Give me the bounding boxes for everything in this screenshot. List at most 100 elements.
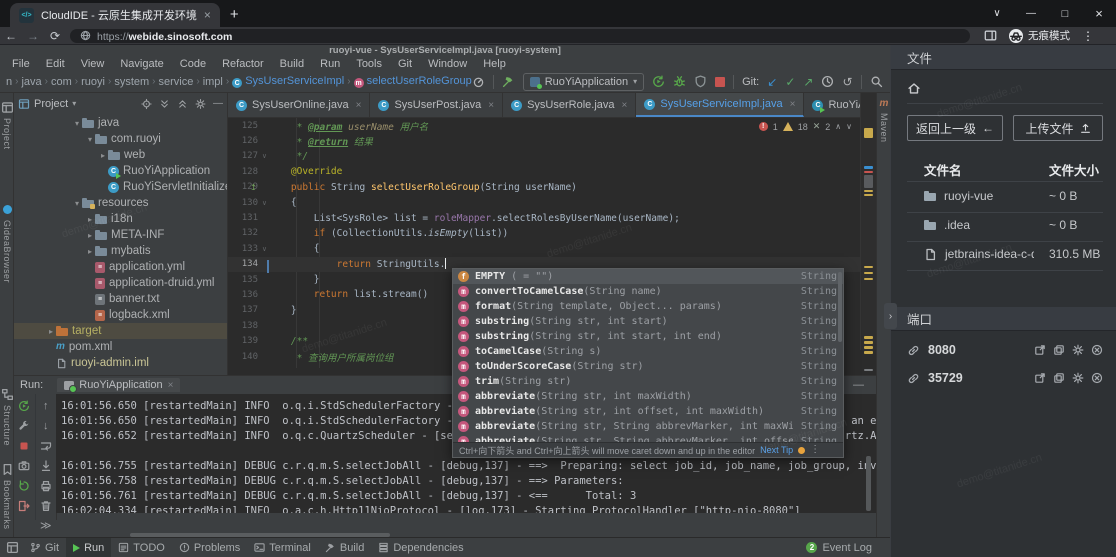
popup-scrollbar[interactable]: [838, 272, 842, 342]
settings-icon[interactable]: [1072, 372, 1084, 384]
completion-item[interactable]: msubstring(String str, int start, int en…: [453, 329, 843, 344]
copy-icon[interactable]: [1053, 372, 1065, 384]
error-stripe[interactable]: [860, 93, 876, 350]
tree-item[interactable]: ▸mybatis: [14, 243, 227, 259]
breadcrumb-item[interactable]: ruoyi: [81, 76, 105, 88]
hint-menu-icon[interactable]: ⋮: [810, 445, 820, 455]
tree-item[interactable]: ▸target: [14, 323, 227, 339]
menu-file[interactable]: File: [4, 58, 38, 70]
tree-item[interactable]: ≡application.yml: [14, 259, 227, 275]
tree-item[interactable]: CRuoYiApplication: [14, 163, 227, 179]
prev-problem-icon[interactable]: ∧: [835, 122, 841, 131]
breadcrumb-item[interactable]: mselectUserRoleGroup: [354, 75, 472, 89]
scroll-to-end-icon[interactable]: [40, 460, 52, 472]
side-panel-icon[interactable]: [984, 29, 997, 42]
close-button[interactable]: ×: [1082, 6, 1116, 21]
tree-item[interactable]: ≡banner.txt: [14, 291, 227, 307]
site-info-icon[interactable]: [80, 30, 91, 41]
locate-button[interactable]: [141, 98, 152, 110]
go-up-button[interactable]: 返回上一级←: [907, 115, 1003, 141]
completion-item[interactable]: mformat(String template, Object... param…: [453, 299, 843, 314]
completion-item[interactable]: mtoUnderScoreCase(String str)String: [453, 359, 843, 374]
hide-panel-icon[interactable]: —: [853, 380, 864, 391]
stripe-mark[interactable]: [864, 336, 873, 339]
console-vscrollbar[interactable]: [866, 456, 871, 511]
forward-button[interactable]: →: [22, 29, 44, 43]
close-icon[interactable]: [1091, 344, 1103, 356]
completion-item[interactable]: mabbreviate(String str, int offset, int …: [453, 404, 843, 419]
tool-window-maven[interactable]: Maven: [879, 113, 889, 143]
search-everywhere-button[interactable]: [870, 75, 883, 88]
profiler-button[interactable]: [472, 75, 485, 88]
menu-navigate[interactable]: Navigate: [112, 58, 171, 70]
run-config-combo[interactable]: RuoYiApplication▾: [523, 73, 644, 91]
settings-button[interactable]: [195, 98, 206, 110]
editor-tab[interactable]: CSysUserServiceImpl.java×: [636, 93, 804, 117]
tree-item[interactable]: ≡application-druid.yml: [14, 275, 227, 291]
home-icon[interactable]: [907, 81, 921, 95]
up-stack-icon[interactable]: ↑: [40, 400, 52, 412]
completion-item[interactable]: mtrim(String str)String: [453, 374, 843, 389]
tab-close-icon[interactable]: ×: [204, 8, 211, 22]
maximize-button[interactable]: □: [1048, 8, 1082, 20]
completion-item[interactable]: mconvertToCamelCase(String name)String: [453, 284, 843, 299]
status-item-todo[interactable]: TODO: [111, 538, 172, 557]
tree-item[interactable]: mpom.xml: [14, 339, 227, 355]
stripe-mark[interactable]: [864, 341, 873, 344]
close-icon[interactable]: [1091, 372, 1103, 384]
menu-run[interactable]: Run: [312, 58, 348, 70]
new-tab-button[interactable]: +: [230, 6, 239, 23]
breadcrumb-item[interactable]: system: [114, 76, 149, 88]
debug-button[interactable]: [673, 75, 686, 88]
tree-item[interactable]: ▸META-INF: [14, 227, 227, 243]
run-tab[interactable]: RuoYiApplication ×: [57, 378, 180, 392]
browser-menu-icon[interactable]: ⋮: [1082, 30, 1094, 42]
tool-window-button-gideabrowser[interactable]: GideaBrowser: [0, 203, 14, 287]
restart-server-icon[interactable]: [18, 480, 30, 492]
reload-button[interactable]: ⟳: [44, 29, 66, 43]
status-item-dependencies[interactable]: Dependencies: [371, 538, 470, 557]
coverage-button[interactable]: [694, 75, 707, 88]
next-problem-icon[interactable]: ∨: [846, 122, 852, 131]
stripe-mark[interactable]: [864, 166, 873, 169]
menu-tools[interactable]: Tools: [348, 58, 390, 70]
tree-item[interactable]: ▾java: [14, 115, 227, 131]
close-icon[interactable]: ×: [356, 100, 362, 111]
status-item-terminal[interactable]: Terminal: [247, 538, 318, 557]
status-item-problems[interactable]: Problems: [172, 538, 247, 557]
tool-window-button-project[interactable]: Project: [0, 101, 14, 154]
thread-dump-icon[interactable]: [18, 460, 30, 472]
port-row[interactable]: 8080: [907, 343, 1103, 357]
editor-tab[interactable]: CSysUserOnline.java×: [228, 93, 370, 117]
breadcrumb-item[interactable]: service: [159, 76, 194, 88]
run-button[interactable]: [652, 75, 665, 88]
file-row[interactable]: jetbrains-idea-c-de...: [924, 247, 1034, 261]
breadcrumb-item[interactable]: n: [6, 76, 12, 88]
close-icon[interactable]: ×: [168, 380, 174, 391]
open-external-icon[interactable]: [1034, 344, 1046, 356]
soft-wrap-icon[interactable]: [40, 440, 52, 452]
stripe-mark[interactable]: [864, 272, 873, 274]
tree-item[interactable]: ▸web: [14, 147, 227, 163]
clear-all-icon[interactable]: [40, 500, 52, 512]
browser-tab[interactable]: </> CloudIDE - 云原生集成开发环境 ×: [10, 3, 220, 27]
git-history-button[interactable]: [821, 75, 834, 88]
project-panel-title[interactable]: Project: [34, 98, 68, 110]
tree-item[interactable]: CRuoYiServletInitialize: [14, 179, 227, 195]
git-commit-button[interactable]: ✓: [785, 76, 795, 88]
more-icon[interactable]: ≫: [40, 520, 52, 532]
close-icon[interactable]: ×: [622, 100, 628, 111]
menu-code[interactable]: Code: [172, 58, 214, 70]
stripe-mark[interactable]: [864, 128, 873, 138]
address-bar[interactable]: https://webide.sinosoft.com: [70, 29, 970, 43]
tool-window-button-bookmarks[interactable]: Bookmarks: [0, 463, 14, 534]
menu-view[interactable]: View: [73, 58, 113, 70]
menu-git[interactable]: Git: [390, 58, 420, 70]
menu-help[interactable]: Help: [475, 58, 514, 70]
status-item-build[interactable]: Build: [318, 538, 371, 557]
file-row[interactable]: .idea: [924, 218, 1034, 232]
next-tip-link[interactable]: Next Tip: [760, 445, 793, 455]
print-icon[interactable]: [40, 480, 52, 492]
back-button[interactable]: ←: [0, 29, 22, 43]
completion-item[interactable]: mtoCamelCase(String s)String: [453, 344, 843, 359]
